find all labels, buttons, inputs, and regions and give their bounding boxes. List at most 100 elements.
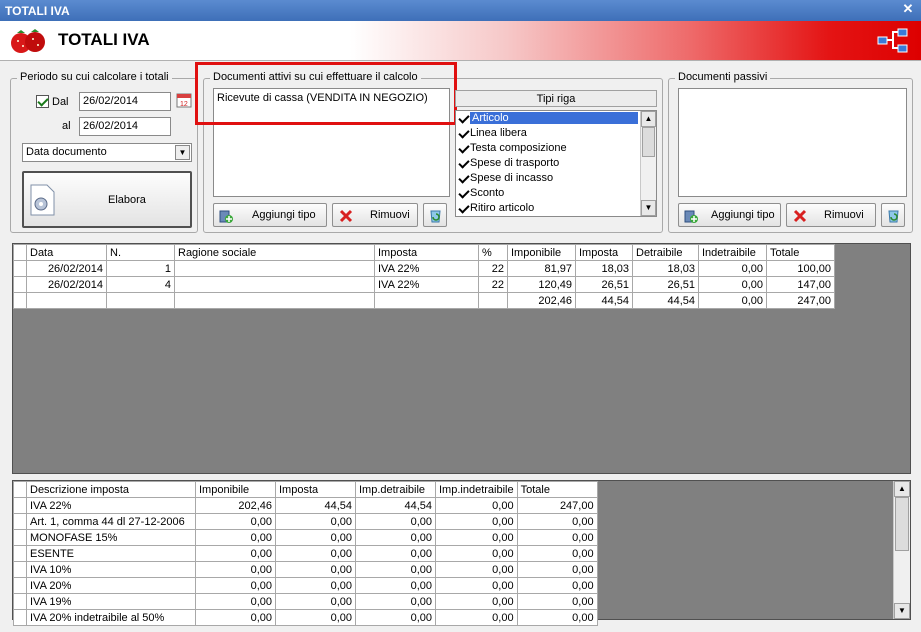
column-header[interactable]: Totale [766,244,835,261]
table-row[interactable]: Art. 1, comma 44 dl 27-12-2006 0,00 0,00 0,… [13,513,598,530]
date-type-select[interactable]: Data documento ▼ [22,143,192,162]
table-cell: 0,00 [435,593,518,610]
scroll-thumb[interactable] [642,127,655,157]
table-row[interactable]: ESENTE 0,00 0,00 0,00 0,00 0,00 [13,545,598,562]
scroll-down-icon[interactable]: ▼ [641,200,656,216]
table-row[interactable]: 26/02/2014 1 IVA 22% 22 81,97 18,03 18,03 0,00 1… [13,260,835,277]
table-cell: 0,00 [275,529,356,546]
dal-date-input[interactable]: 26/02/2014 [79,92,171,111]
check-icon[interactable] [458,203,468,213]
table-row[interactable]: IVA 10% 0,00 0,00 0,00 0,00 0,00 [13,561,598,578]
dal-checkbox[interactable] [36,95,49,108]
table-cell: 0,00 [275,577,356,594]
table-cell: 0,00 [355,593,436,610]
date-type-value: Data documento [26,146,107,158]
column-header[interactable]: Indetraibile [698,244,767,261]
table-cell: 247,00 [766,292,835,309]
add-document-icon [219,210,233,223]
column-header[interactable]: Imposta [374,244,479,261]
check-icon[interactable] [458,113,468,123]
table-cell [174,276,375,293]
row-types-scrollbar[interactable]: ▲ ▼ [640,111,656,216]
table-cell: 0,00 [516,513,598,530]
table-row[interactable]: 202,46 44,54 44,54 0,00 247,00 [13,292,835,309]
table-cell: 26,51 [632,276,699,293]
check-icon [36,95,49,108]
passive-docs-list[interactable] [678,88,907,197]
row-type-item[interactable]: Spese di incasso [456,171,656,186]
row-indicator [13,593,27,610]
table-cell: 0,00 [355,609,436,626]
column-header[interactable]: Detraibile [632,244,699,261]
check-icon[interactable] [458,158,468,168]
table-cell: 44,54 [355,497,436,514]
table-cell: 147,00 [766,276,835,293]
row-type-item[interactable]: Articolo [456,111,656,126]
table-row[interactable]: IVA 22% 202,46 44,54 44,54 0,00 247,00 [13,497,598,514]
scroll-up-icon[interactable]: ▲ [641,111,656,127]
dal-label: Dal [52,96,69,108]
check-icon[interactable] [458,128,468,138]
scroll-down-icon[interactable]: ▼ [894,603,910,619]
passive-add-type-button[interactable]: Aggiungi tipo [678,203,781,227]
check-icon[interactable] [458,188,468,198]
column-header[interactable]: Ragione sociale [174,244,375,261]
table-cell: 18,03 [632,260,699,277]
column-header[interactable]: Imp.detraibile [355,481,436,498]
table-header-row: Descrizione imposta Imponibile Imposta Imp.… [13,481,598,498]
check-icon[interactable] [458,173,468,183]
elabora-button[interactable]: Elabora [22,171,192,228]
page-title: TOTALI IVA [58,30,150,49]
active-add-type-button[interactable]: Aggiungi tipo [213,203,327,227]
column-header[interactable]: Totale [516,481,598,498]
al-date-input[interactable]: 26/02/2014 [79,117,171,136]
window-title-bar[interactable]: TOTALI IVA ✕ [0,0,921,21]
row-type-item[interactable]: Linea libera [456,126,656,141]
table-row[interactable]: IVA 20% 0,00 0,00 0,00 0,00 0,00 [13,577,598,594]
table-cell [374,292,479,309]
table-cell: 0,00 [275,609,356,626]
column-header[interactable]: N. [106,244,175,261]
table-cell: 247,00 [516,497,598,514]
vat-scrollbar[interactable]: ▲ ▼ [893,481,910,619]
vat-grid[interactable]: Descrizione imposta Imponibile Imposta Imp.… [12,480,911,626]
table-cell: 26/02/2014 [26,260,107,277]
scroll-thumb[interactable] [895,497,909,551]
table-cell: 0,00 [435,577,518,594]
table-cell: IVA 22% [374,260,479,277]
column-header[interactable]: Imponibile [195,481,276,498]
row-type-item[interactable]: Testa composizione [456,141,656,156]
column-header[interactable]: Imp.indetraibile [435,481,518,498]
recycle-icon [430,210,441,223]
close-icon[interactable]: ✕ [901,2,915,16]
table-cell: 44,54 [275,497,356,514]
passive-remove-button[interactable]: Rimuovi [786,203,876,227]
table-cell: IVA 10% [26,561,196,578]
table-row[interactable]: IVA 20% indetraibile al 50% 0,00 0,00 0,00 0… [13,609,598,626]
active-refresh-button[interactable] [423,203,447,227]
table-cell: 81,97 [507,260,576,277]
row-type-item[interactable]: Spese di trasporto [456,156,656,171]
row-type-item[interactable]: Sconto [456,186,656,201]
column-header[interactable]: Imposta [275,481,356,498]
row-type-item[interactable]: Ritiro articolo [456,201,656,216]
column-header[interactable]: % [478,244,508,261]
column-header[interactable]: Imposta [575,244,633,261]
calendar-icon[interactable]: 12 [176,92,192,108]
table-cell: 44,54 [575,292,633,309]
chevron-down-icon[interactable]: ▼ [175,145,190,160]
table-row[interactable]: 26/02/2014 4 IVA 22% 22 120,49 26,51 26,51 0,00… [13,276,835,293]
row-types-list[interactable]: Articolo Linea libera Testa composizione Sp… [455,110,657,217]
check-icon[interactable] [458,143,468,153]
active-remove-button[interactable]: Rimuovi [332,203,418,227]
column-header[interactable]: Imponibile [507,244,576,261]
docs-grid[interactable]: Data N. Ragione sociale Imposta% Imponibile I… [12,243,911,474]
passive-refresh-button[interactable] [881,203,905,227]
row-type-label: Linea libera [470,127,527,139]
table-row[interactable]: IVA 19% 0,00 0,00 0,00 0,00 0,00 [13,593,598,610]
column-header[interactable]: Data [26,244,107,261]
scroll-up-icon[interactable]: ▲ [894,481,910,497]
column-header[interactable]: Descrizione imposta [26,481,196,498]
table-row[interactable]: MONOFASE 15% 0,00 0,00 0,00 0,00 0,00 [13,529,598,546]
table-cell: 0,00 [435,497,518,514]
